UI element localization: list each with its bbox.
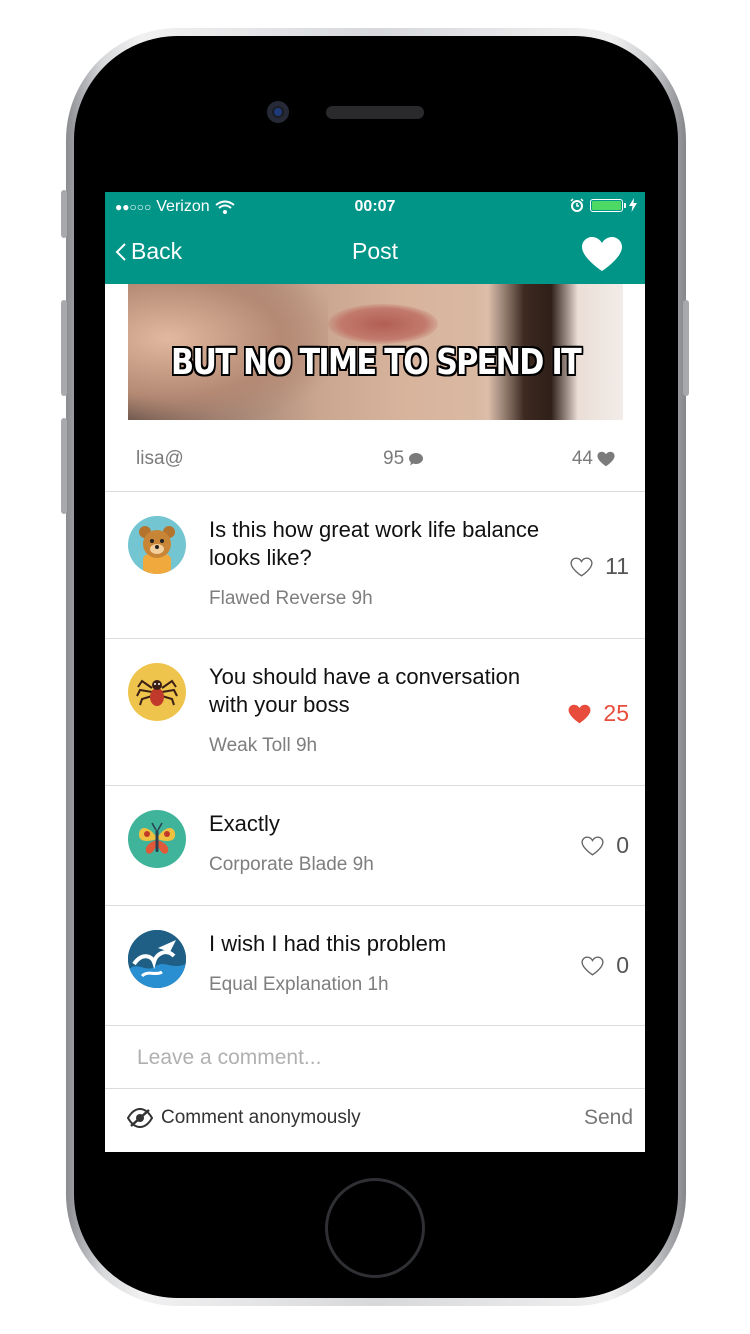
composer-footer: Comment anonymously Send <box>105 1089 645 1152</box>
chevron-left-icon <box>115 242 126 261</box>
front-camera <box>267 101 289 123</box>
like-count: 25 <box>603 700 629 726</box>
comment-author-time: Equal Explanation 1h <box>209 974 389 995</box>
comment-text: Is this how great work life balance look… <box>209 517 540 570</box>
alarm-icon <box>570 198 584 212</box>
heart-outline-icon <box>581 836 604 856</box>
charging-bolt-icon <box>629 198 637 212</box>
home-button[interactable] <box>325 1178 425 1278</box>
post-author: lisa@ <box>136 448 184 469</box>
comment-text: You should have a conversation with your… <box>209 664 521 717</box>
heart-outline-icon <box>581 956 604 976</box>
clock: 00:07 <box>354 198 396 215</box>
anonymous-label: Comment anonymously <box>161 1107 361 1128</box>
comment-count: 95 <box>383 448 424 470</box>
comment-author-time: Corporate Blade 9h <box>209 854 374 875</box>
comment-item[interactable]: Exactly Corporate Blade 9h 0 <box>105 786 645 906</box>
comment-item[interactable]: I wish I had this problem Equal Explanat… <box>105 906 645 1026</box>
like-button[interactable]: 11 <box>570 553 629 580</box>
butterfly-avatar <box>128 810 186 868</box>
volume-down-button <box>61 418 67 514</box>
mute-switch <box>61 190 67 238</box>
volume-up-button <box>61 300 67 396</box>
meme-caption: BUT NO TIME TO SPEND IT <box>170 342 582 383</box>
comment-item[interactable]: Is this how great work life balance look… <box>105 492 645 639</box>
post-meta: lisa@ 95 44 <box>105 420 645 492</box>
back-button[interactable]: Back <box>115 238 182 265</box>
comment-text: Exactly <box>209 811 280 836</box>
battery-icon <box>590 198 626 212</box>
post-image[interactable]: BUT NO TIME TO SPEND IT <box>128 284 623 420</box>
comment-text: I wish I had this problem <box>209 931 447 956</box>
comment-item[interactable]: You should have a conversation with your… <box>105 639 645 786</box>
status-bar: ●●○○○ Verizon 00:07 <box>105 192 645 222</box>
eye-slash-icon <box>127 1108 153 1128</box>
back-label: Back <box>131 238 183 264</box>
comment-author-time: Weak Toll 9h <box>209 735 318 756</box>
page-title: Post <box>351 238 399 264</box>
comment-input[interactable] <box>135 1040 619 1076</box>
heart-outline-icon <box>570 557 593 577</box>
like-button[interactable]: 0 <box>581 832 629 859</box>
like-button[interactable]: 25 <box>568 700 629 727</box>
heart-icon <box>597 451 615 467</box>
like-count: 0 <box>616 832 629 858</box>
navigation-bar: Back Post <box>105 222 645 284</box>
earpiece-speaker <box>326 106 424 119</box>
spider-avatar <box>128 663 186 721</box>
anonymous-toggle[interactable]: Comment anonymously <box>127 1107 361 1129</box>
wave-avatar <box>128 930 186 988</box>
comment-author-time: Flawed Reverse 9h <box>209 588 373 609</box>
power-button <box>683 300 689 396</box>
like-count: 11 <box>605 553 629 579</box>
app-screen: ●●○○○ Verizon 00:07 Back Post BUT NO TIM… <box>105 192 645 1152</box>
send-button[interactable]: Send <box>584 1106 633 1130</box>
favorite-heart-icon[interactable] <box>581 236 623 272</box>
like-count: 44 <box>572 448 615 470</box>
bear-avatar <box>128 516 186 574</box>
heart-filled-icon <box>568 704 591 723</box>
comment-composer <box>105 1026 645 1089</box>
like-button[interactable]: 0 <box>581 952 629 979</box>
speech-bubble-icon <box>409 452 424 465</box>
like-count: 0 <box>616 952 629 978</box>
